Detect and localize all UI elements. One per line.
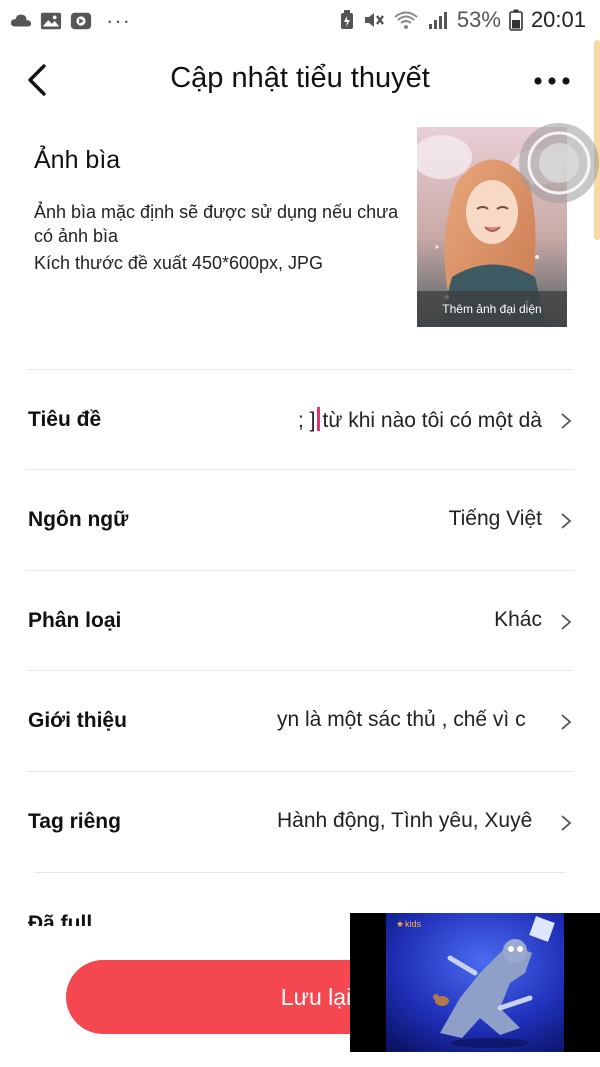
row-value-category: Khác	[494, 608, 542, 631]
cloud-icon	[10, 14, 32, 27]
chevron-right-icon	[561, 413, 572, 429]
mute-icon	[364, 13, 384, 27]
row-label: Ngôn ngữ	[28, 508, 129, 531]
battery-saver-icon	[340, 10, 353, 29]
page-title: Cập nhật tiểu thuyết	[170, 62, 430, 94]
chevron-right-icon	[561, 513, 572, 529]
row-introduction[interactable]: Giới thiệu yn là một sác thủ , chế vì c	[0, 671, 600, 771]
battery-icon	[509, 9, 523, 31]
cover-size-hint: Kích thước đề xuất 450*600px, JPG	[34, 253, 324, 273]
clock: 20:01	[530, 7, 586, 32]
status-bar-right: 53% 20:01	[339, 7, 586, 33]
row-value-language: Tiếng Việt	[448, 507, 542, 530]
signal-icon	[428, 12, 447, 29]
row-label: Giới thiệu	[28, 709, 127, 732]
add-cover-label: Thêm ảnh đại diện	[417, 291, 567, 327]
row-label: Tag riêng	[28, 810, 121, 833]
chevron-right-icon	[561, 614, 572, 630]
screen-record-icon	[70, 12, 92, 30]
row-category[interactable]: Phân loại Khác	[0, 571, 600, 671]
status-bar: ··· 53% 20:01	[0, 0, 600, 42]
assistive-touch-icon	[519, 123, 599, 203]
status-bar-left: ···	[10, 8, 131, 34]
row-value-title: ; ] từ khi nào tôi có một dà	[277, 407, 542, 433]
text-cursor	[317, 407, 321, 431]
row-label: Phân loại	[28, 609, 122, 632]
row-value-introduction: yn là một sác thủ , chế vì c	[277, 708, 526, 731]
wifi-icon	[394, 11, 418, 29]
top-bar: Cập nhật tiểu thuyết	[0, 42, 600, 114]
row-language[interactable]: Ngôn ngữ Tiếng Việt	[0, 470, 600, 570]
row-label: Tiêu đề	[28, 408, 102, 431]
row-value-tags: Hành động, Tình yêu, Xuyê	[277, 809, 533, 832]
title-value: từ khi nào tôi có một dà	[322, 409, 542, 432]
video-frame: ★ kids	[386, 913, 564, 1052]
divider	[34, 872, 566, 873]
row-label-completed: Đã full	[28, 912, 93, 926]
channel-name: kids	[405, 919, 422, 929]
image-icon	[40, 12, 62, 30]
status-more: ···	[106, 8, 131, 33]
battery-percent: 53%	[456, 7, 501, 32]
channel-logo: ★	[396, 919, 404, 929]
cover-title: Ảnh bìa	[34, 146, 121, 174]
title-prefix: ; ]	[297, 409, 316, 432]
row-title[interactable]: Tiêu đề ; ] từ khi nào tôi có một dà	[0, 370, 600, 470]
row-tags[interactable]: Tag riêng Hành động, Tình yêu, Xuyê	[0, 772, 600, 872]
cover-section: Ảnh bìa Ảnh bìa mặc định sẽ được sử dụng…	[0, 114, 600, 354]
more-dots-icon	[534, 77, 570, 85]
chevron-right-icon	[561, 714, 572, 730]
mini-video-player[interactable]: ★ kids	[350, 913, 600, 1052]
chevron-right-icon	[561, 815, 572, 831]
more-button[interactable]	[532, 60, 572, 100]
cover-description: Ảnh bìa mặc định sẽ được sử dụng nếu chư…	[34, 202, 399, 246]
floating-assistive-button[interactable]	[517, 121, 600, 205]
